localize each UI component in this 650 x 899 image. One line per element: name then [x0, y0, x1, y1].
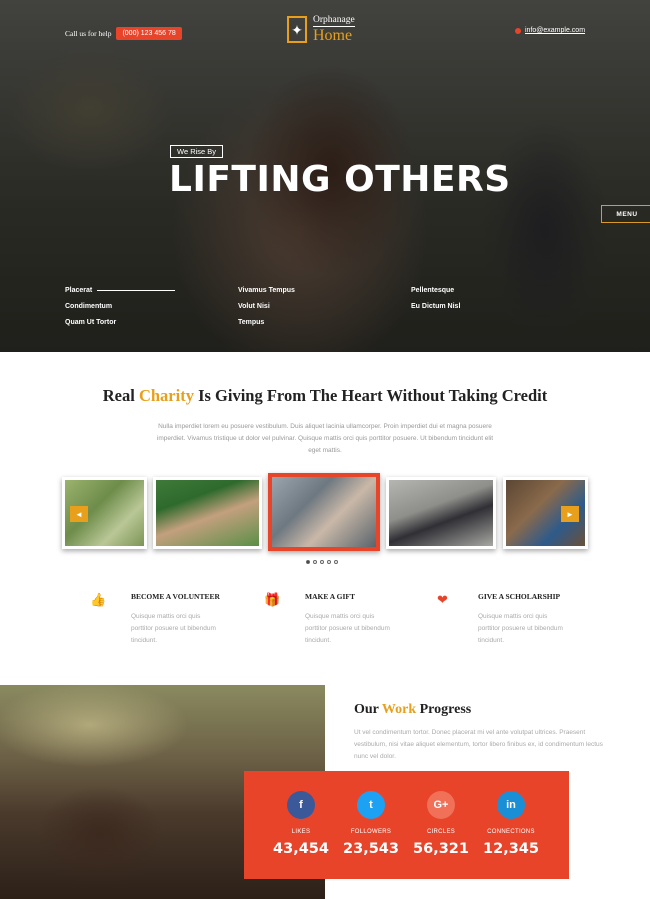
- hero-link[interactable]: Volut Nisi: [238, 303, 295, 319]
- hero-link[interactable]: Eu Dictum Nisl: [411, 303, 460, 319]
- progress-title-post: Progress: [416, 702, 472, 717]
- carousel-dot[interactable]: [313, 560, 317, 564]
- photo-carousel[interactable]: ◄ ►: [0, 473, 650, 558]
- hero-link[interactable]: Pellentesque: [411, 287, 460, 303]
- logo-figure-icon: ✦: [287, 16, 307, 44]
- progress-title-accent: Work: [381, 702, 417, 717]
- carousel-prev-button[interactable]: ◄: [70, 506, 88, 522]
- menu-button[interactable]: MENU: [601, 205, 650, 223]
- phone-number-button[interactable]: (000) 123 456 78: [116, 27, 182, 40]
- logo-top-text: Orphanage: [313, 15, 355, 27]
- carousel-dot[interactable]: [334, 560, 338, 564]
- charity-title-pre: Real: [102, 386, 139, 405]
- google-plus-icon[interactable]: G+: [427, 791, 455, 819]
- call-for-help: Call us for help (000) 123 456 78: [65, 27, 182, 40]
- stat-value: 23,543: [343, 841, 399, 857]
- carousel-photo[interactable]: [153, 477, 262, 549]
- stat-connections: in CONNECTIONS 12,345: [476, 791, 546, 857]
- stat-value: 56,321: [413, 841, 469, 857]
- site-logo[interactable]: ✦ Orphanage Home: [287, 15, 355, 45]
- logo-bottom-text: Home: [313, 27, 353, 44]
- carousel-dot[interactable]: [327, 560, 331, 564]
- heart-icon: ❤: [437, 592, 448, 607]
- carousel-next-button[interactable]: ►: [561, 506, 579, 522]
- progress-heading: Our Work Progress: [354, 702, 471, 718]
- feature-title[interactable]: BECOME A VOLUNTEER: [131, 592, 220, 601]
- hero-links-col-2: Vivamus Tempus Volut Nisi Tempus: [238, 287, 295, 335]
- charity-description: Nulla imperdiet lorem eu posuere vestibu…: [156, 423, 494, 454]
- carousel-photo[interactable]: [386, 477, 496, 549]
- email-text: info@example.com: [525, 27, 586, 34]
- stat-label: CIRCLES: [426, 829, 456, 835]
- stat-value: 12,345: [483, 841, 539, 857]
- hero-link[interactable]: Quam Ut Tortor: [65, 319, 116, 335]
- hero-link[interactable]: Vivamus Tempus: [238, 287, 295, 303]
- carousel-dots: [306, 560, 338, 564]
- email-icon: [515, 27, 521, 34]
- stat-likes: f LIKES 43,454: [266, 791, 336, 857]
- hero-link[interactable]: Placerat: [65, 287, 116, 303]
- call-label: Call us for help: [65, 29, 112, 38]
- linkedin-icon[interactable]: in: [497, 791, 525, 819]
- hero-section: Call us for help (000) 123 456 78 ✦ Orph…: [0, 0, 650, 352]
- stat-label: CONNECTIONS: [487, 829, 535, 835]
- gift-icon: 🎁: [264, 592, 281, 607]
- charity-heading: Real Charity Is Giving From The Heart Wi…: [0, 386, 650, 406]
- stat-circles: G+ CIRCLES 56,321: [406, 791, 476, 857]
- hero-link[interactable]: Condimentum: [65, 303, 116, 319]
- feature-text: Quisque mattis orci quis porttitor posue…: [305, 613, 390, 644]
- twitter-icon[interactable]: t: [357, 791, 385, 819]
- carousel-photo-active[interactable]: [268, 473, 380, 551]
- hero-links-col-3: Pellentesque Eu Dictum Nisl: [411, 287, 460, 319]
- facebook-icon[interactable]: f: [287, 791, 315, 819]
- feature-text: Quisque mattis orci quis porttitor posue…: [131, 613, 216, 644]
- feature-title[interactable]: MAKE A GIFT: [305, 592, 355, 601]
- charity-title-post: Is Giving From The Heart Without Taking …: [193, 386, 548, 405]
- email-link[interactable]: info@example.com: [515, 27, 585, 34]
- hero-tagline: We Rise By: [170, 145, 224, 158]
- feature-title[interactable]: GIVE A SCHOLARSHIP: [478, 592, 560, 601]
- progress-title-pre: Our: [354, 702, 382, 717]
- hero-title: LIFTING OTHERS: [169, 159, 511, 200]
- stat-label: FOLLOWERS: [350, 829, 392, 835]
- progress-description: Ut vel condimentum tortor. Donec placera…: [354, 729, 603, 760]
- stat-label: LIKES: [291, 829, 311, 835]
- hero-link[interactable]: Tempus: [238, 319, 295, 335]
- stat-value: 43,454: [273, 841, 329, 857]
- thumbs-up-icon: 👍: [90, 592, 107, 607]
- hero-links-col-1: Placerat Condimentum Quam Ut Tortor: [65, 287, 116, 335]
- stat-followers: t FOLLOWERS 23,543: [336, 791, 406, 857]
- feature-text: Quisque mattis orci quis porttitor posue…: [478, 613, 563, 644]
- stats-panel: f LIKES 43,454 t FOLLOWERS 23,543 G+ CIR…: [244, 771, 569, 879]
- carousel-dot[interactable]: [320, 560, 324, 564]
- carousel-dot[interactable]: [306, 560, 310, 564]
- charity-title-accent: Charity: [138, 386, 194, 405]
